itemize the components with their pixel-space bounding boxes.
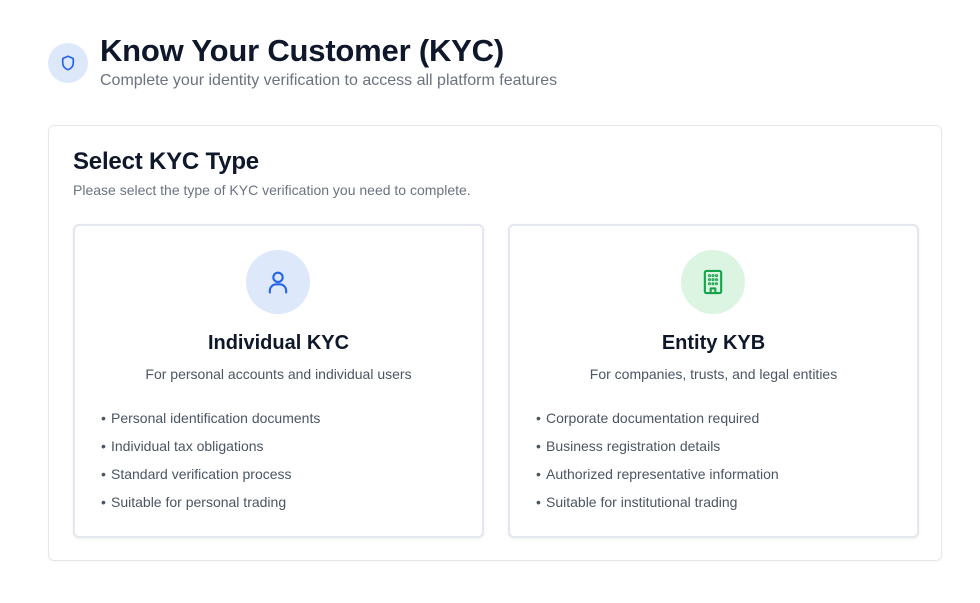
feature-list: • Corporate documentation required • Busin… [536, 408, 779, 520]
list-item: • Personal identification documents [101, 410, 321, 426]
feature-text: Business registration details [546, 438, 721, 454]
user-icon [246, 250, 310, 314]
list-item: • Individual tax obligations [101, 438, 264, 454]
feature-text: Suitable for institutional trading [546, 494, 738, 510]
feature-text: Standard verification process [111, 466, 292, 482]
list-item: • Suitable for institutional trading [536, 494, 738, 510]
list-item: • Authorized representative information [536, 466, 779, 482]
list-item: • Suitable for personal trading [101, 494, 287, 510]
page-title: Know Your Customer (KYC) [100, 33, 504, 68]
list-item: • Standard verification process [101, 466, 292, 482]
kyc-type-panel: Select KYC Type Please select the type o… [48, 125, 942, 561]
feature-text: Personal identification documents [111, 410, 321, 426]
card-description: For personal accounts and individual use… [145, 366, 412, 382]
individual-kyc-card[interactable]: Individual KYC For personal accounts and… [73, 224, 484, 538]
list-item: • Corporate documentation required [536, 410, 760, 426]
card-title: Individual KYC [207, 332, 350, 354]
building-icon [681, 250, 745, 314]
panel-subtitle: Please select the type of KYC verificati… [73, 182, 471, 198]
feature-text: Authorized representative information [546, 466, 779, 482]
feature-list: • Personal identification documents • Indi… [101, 408, 320, 520]
panel-title: Select KYC Type [73, 148, 259, 175]
page-header: Know Your Customer (KYC) Complete your i… [48, 34, 557, 91]
entity-kyb-card[interactable]: Entity KYB For companies, trusts, and le… [508, 224, 919, 538]
feature-text: Corporate documentation required [546, 410, 760, 426]
card-title: Entity KYB [661, 332, 766, 354]
page-subtitle: Complete your identity verification to a… [100, 72, 558, 89]
feature-text: Individual tax obligations [111, 438, 264, 454]
shield-icon [48, 43, 88, 83]
card-description: For companies, trusts, and legal entitie… [589, 366, 838, 382]
feature-text: Suitable for personal trading [111, 494, 287, 510]
header-text: Know Your Customer (KYC) Complete your i… [100, 34, 557, 91]
list-item: • Business registration details [536, 438, 721, 454]
